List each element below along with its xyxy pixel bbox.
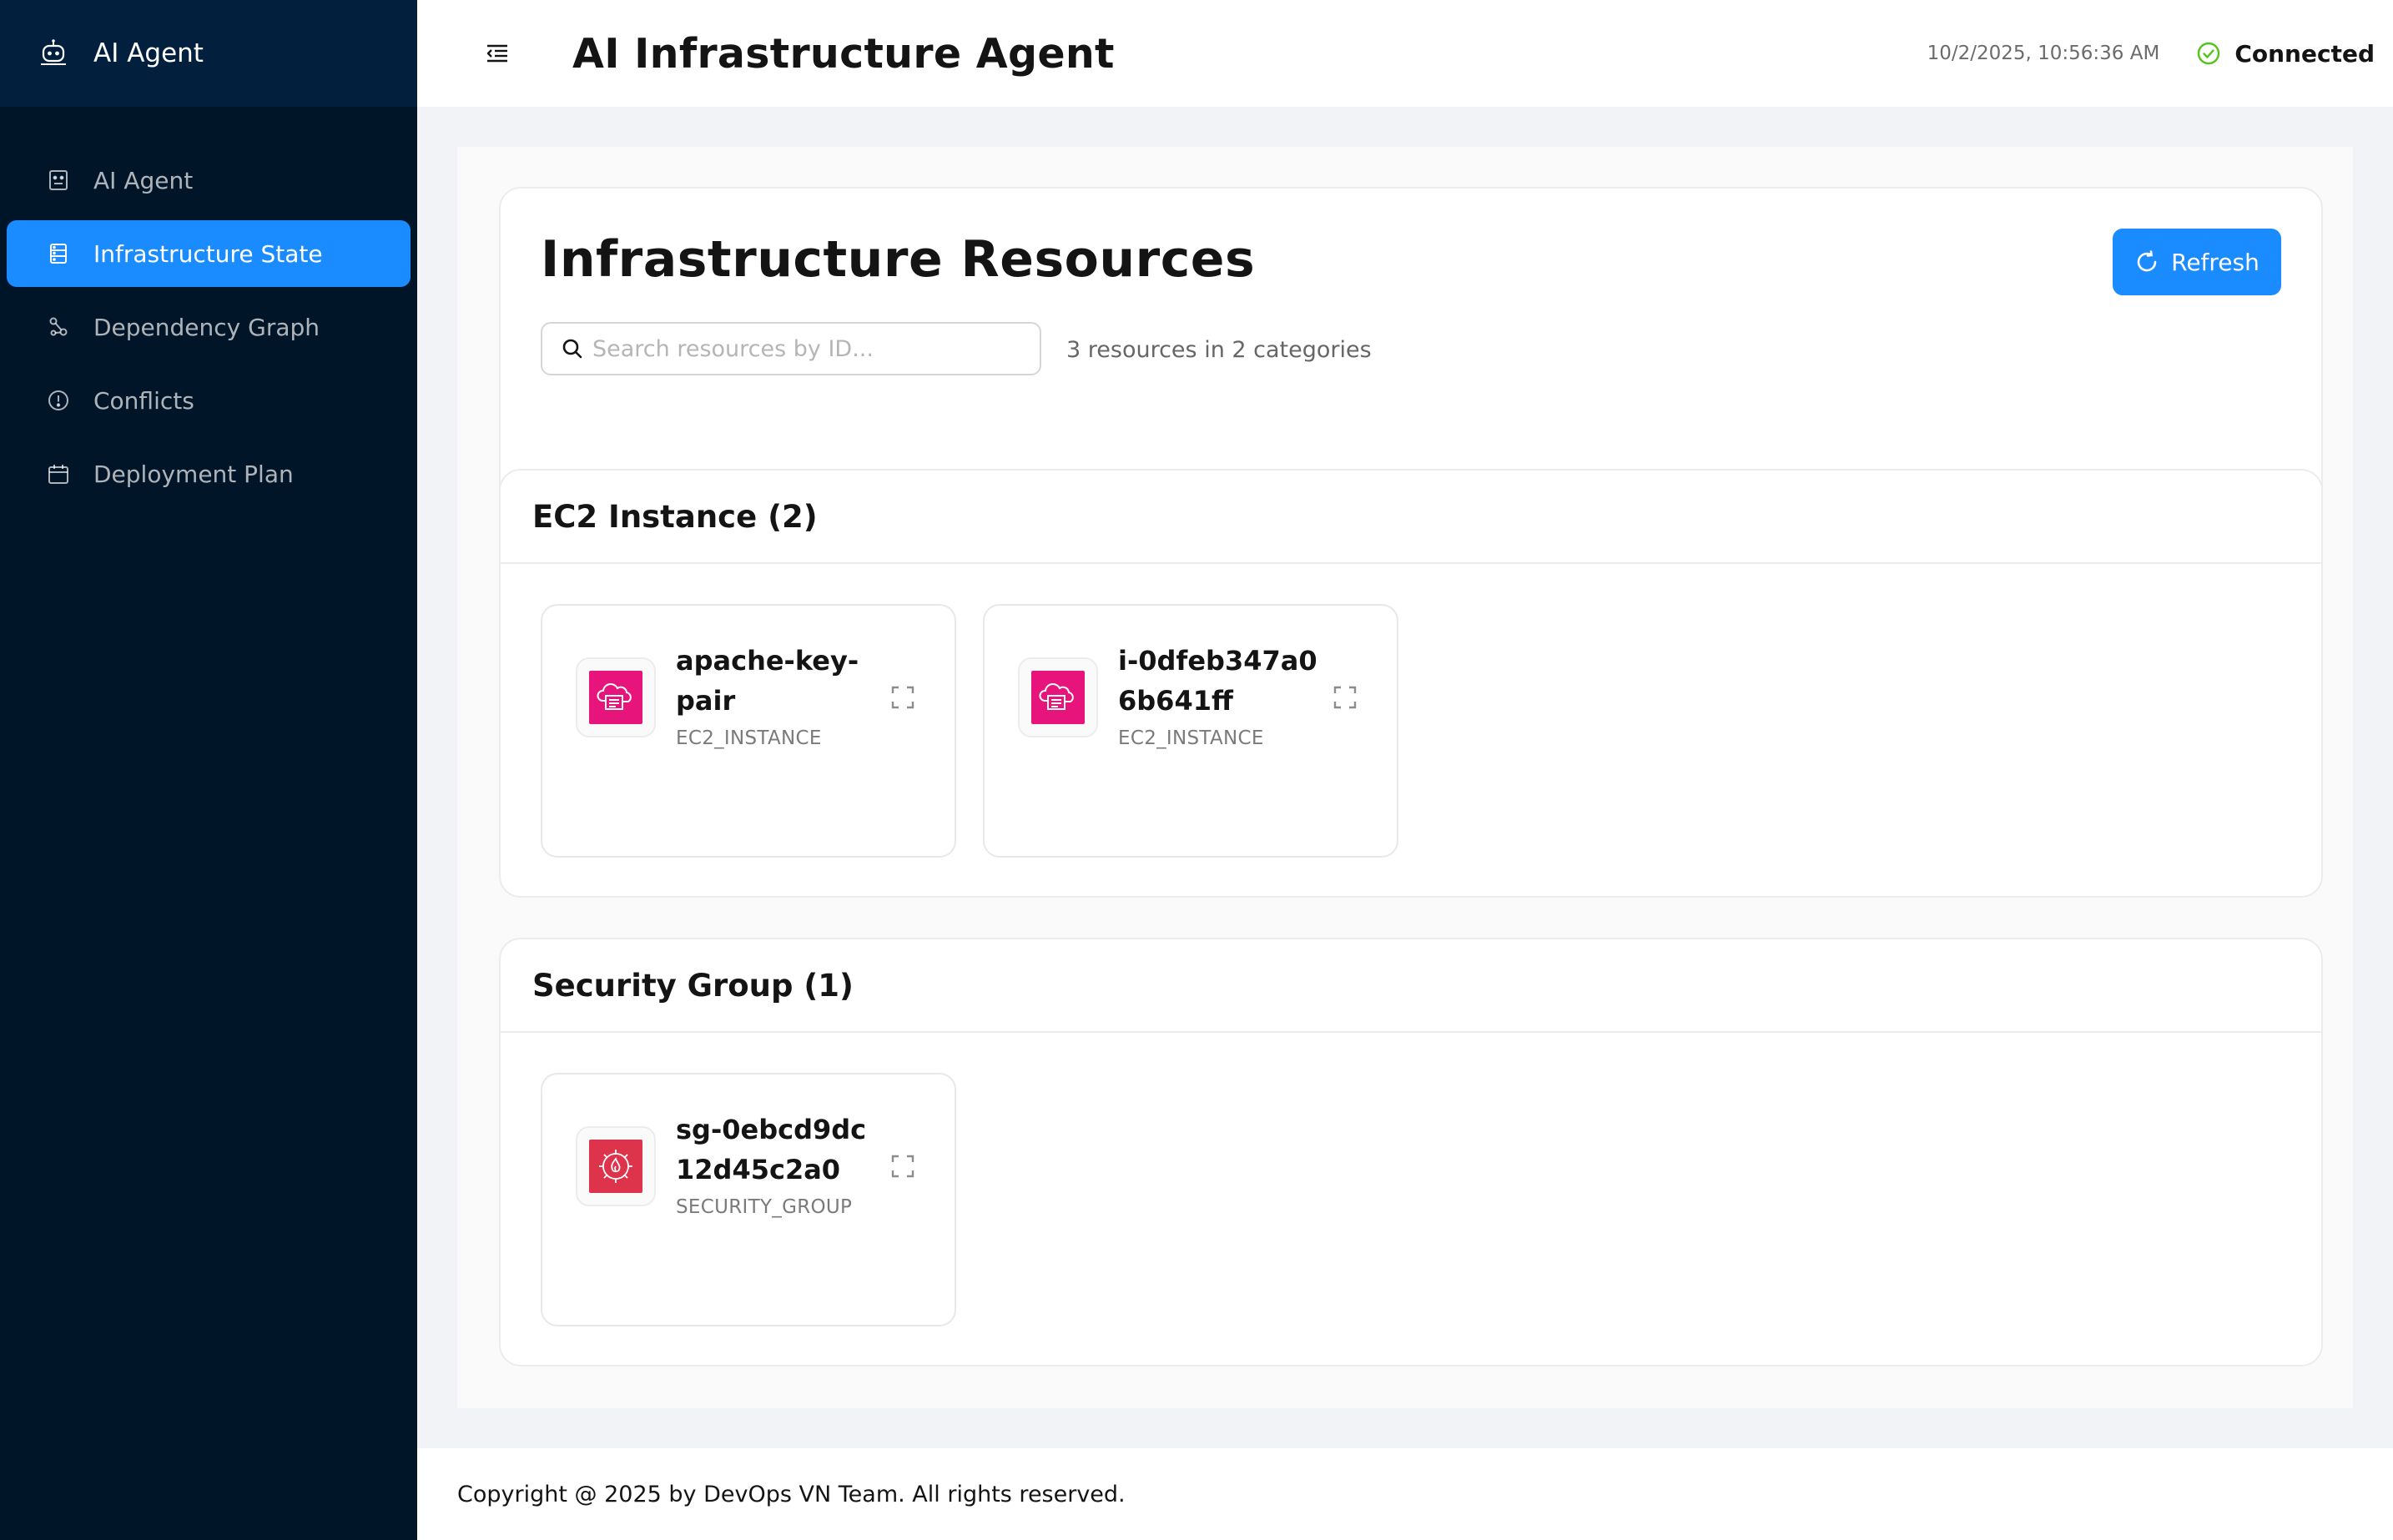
app-brand: AI Agent bbox=[93, 38, 204, 68]
ec2-instance-icon bbox=[1031, 671, 1085, 724]
sidebar-menu: AI Agent Infrastructure State Dependency… bbox=[0, 107, 417, 507]
expand-icon[interactable] bbox=[889, 684, 916, 711]
resource-icon-frame bbox=[576, 1126, 656, 1206]
graph-icon bbox=[49, 317, 68, 336]
top-header: AI Infrastructure Agent 10/2/2025, 10:56… bbox=[417, 0, 2393, 107]
sidebar-item-conflicts[interactable]: Conflicts bbox=[7, 367, 411, 434]
search-input[interactable] bbox=[592, 335, 1026, 362]
resource-name: i-0dfeb347a06b641ff bbox=[1118, 645, 1317, 717]
sidebar-header: AI Agent bbox=[0, 0, 417, 107]
expand-icon[interactable] bbox=[889, 1153, 916, 1180]
resource-type: EC2_INSTANCE bbox=[1118, 727, 1264, 749]
refresh-button[interactable]: Refresh bbox=[2113, 229, 2281, 295]
sidebar-item-label: Infrastructure State bbox=[93, 239, 323, 268]
sidebar-item-label: AI Agent bbox=[93, 166, 194, 194]
expand-icon[interactable] bbox=[1332, 684, 1358, 711]
sidebar-item-label: Dependency Graph bbox=[93, 313, 320, 341]
sidebar-item-label: Conflicts bbox=[93, 386, 194, 415]
category-title: Security Group (1) bbox=[501, 939, 2321, 1033]
resource-type: EC2_INSTANCE bbox=[676, 727, 822, 749]
header-status-area: 10/2/2025, 10:56:36 AM Connected bbox=[1927, 40, 2393, 68]
sidebar-item-ai-agent[interactable]: AI Agent bbox=[7, 147, 411, 214]
refresh-icon bbox=[2137, 250, 2157, 272]
resource-icon-frame bbox=[1018, 657, 1098, 737]
page-title: AI Infrastructure Agent bbox=[572, 29, 1115, 78]
alert-circle-icon bbox=[48, 390, 68, 410]
resources-title: Infrastructure Resources bbox=[541, 230, 1256, 289]
timestamp: 10/2/2025, 10:56:36 AM bbox=[1927, 43, 2160, 64]
connection-status: Connected bbox=[2234, 39, 2375, 68]
search-field[interactable] bbox=[541, 322, 1041, 375]
resource-icon-frame bbox=[576, 657, 656, 737]
security-group-icon bbox=[589, 1140, 642, 1193]
search-icon bbox=[562, 339, 582, 359]
resource-name: apache-key-pair bbox=[676, 645, 859, 717]
ec2-instance-icon bbox=[589, 671, 642, 724]
resource-card[interactable]: i-0dfeb347a06b641ff EC2_INSTANCE bbox=[983, 604, 1398, 858]
resource-name: sg-0ebcd9dc12d45c2a0 bbox=[676, 1114, 867, 1185]
resource-type: SECURITY_GROUP bbox=[676, 1196, 853, 1218]
sidebar-item-deployment-plan[interactable]: Deployment Plan bbox=[7, 440, 411, 507]
copyright-text: Copyright @ 2025 by DevOps VN Team. All … bbox=[457, 1481, 1126, 1507]
sidebar-item-label: Deployment Plan bbox=[93, 460, 294, 488]
main-content: Infrastructure Resources Refresh 3 resou… bbox=[457, 147, 2353, 1408]
database-icon bbox=[50, 244, 67, 264]
check-circle-icon bbox=[2198, 42, 2220, 65]
category-card-ec2: EC2 Instance (2) apache-key-pair EC2_INS… bbox=[499, 469, 2323, 898]
resource-card[interactable]: apache-key-pair EC2_INSTANCE bbox=[541, 604, 956, 858]
resource-card[interactable]: sg-0ebcd9dc12d45c2a0 SECURITY_GROUP bbox=[541, 1073, 956, 1326]
menu-fold-icon bbox=[486, 44, 507, 63]
category-card-security-group: Security Group (1) sg-0ebcd9dc12d45c2a0 bbox=[499, 938, 2323, 1366]
robot-icon bbox=[49, 170, 68, 190]
refresh-label: Refresh bbox=[2171, 248, 2259, 276]
menu-collapse-button[interactable] bbox=[479, 35, 516, 72]
sidebar-item-infrastructure-state[interactable]: Infrastructure State bbox=[7, 220, 411, 287]
sidebar: AI Agent AI Agent Infrastructure State D… bbox=[0, 0, 417, 1540]
category-title: EC2 Instance (2) bbox=[501, 471, 2321, 564]
sidebar-item-dependency-graph[interactable]: Dependency Graph bbox=[7, 294, 411, 360]
calendar-icon bbox=[48, 465, 68, 484]
footer: Copyright @ 2025 by DevOps VN Team. All … bbox=[417, 1448, 2393, 1540]
robot-logo-icon bbox=[41, 39, 66, 65]
resource-count: 3 resources in 2 categories bbox=[1066, 337, 1372, 363]
